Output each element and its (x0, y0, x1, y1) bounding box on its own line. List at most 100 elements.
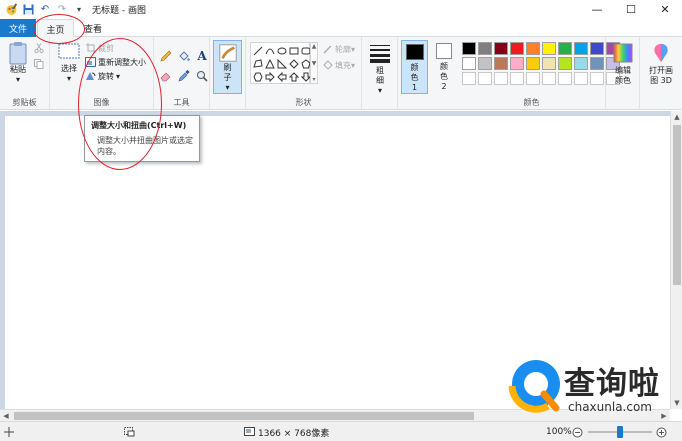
paint3d-icon (654, 44, 668, 62)
color-swatch[interactable] (494, 42, 508, 55)
color-swatch[interactable] (574, 42, 588, 55)
maximize-button[interactable]: ☐ (614, 0, 648, 19)
custom-color-slot[interactable] (510, 72, 524, 85)
color-palette[interactable] (462, 42, 620, 85)
shapes-gallery[interactable] (250, 42, 311, 84)
vertical-scroll-thumb[interactable] (673, 125, 681, 285)
color-swatch[interactable] (478, 57, 492, 70)
watermark-brand: 查询啦 (564, 366, 660, 402)
color-swatch[interactable] (510, 42, 524, 55)
fill-label: 填充 (335, 60, 351, 70)
resize-button[interactable]: 重新调整大小 (85, 56, 160, 68)
curve-shape-icon[interactable] (264, 44, 276, 57)
select-rectangle-icon (58, 43, 80, 59)
oval-shape-icon[interactable] (276, 44, 288, 57)
tab-view[interactable]: 查看 (76, 19, 110, 37)
scroll-up-icon[interactable]: ▲ (671, 111, 682, 123)
cut-icon[interactable] (34, 43, 44, 56)
color-swatch[interactable] (462, 57, 476, 70)
zoom-in-button[interactable] (656, 422, 667, 441)
eraser-icon[interactable] (158, 67, 174, 85)
custom-color-slot[interactable] (462, 72, 476, 85)
custom-color-slot[interactable] (558, 72, 572, 85)
color-swatch[interactable] (510, 57, 524, 70)
brushes-label: 刷子 (223, 63, 232, 82)
close-button[interactable]: ✕ (648, 0, 682, 19)
copy-icon[interactable] (34, 59, 44, 72)
paint-app-icon[interactable] (4, 3, 18, 17)
color-swatch[interactable] (574, 57, 588, 70)
brush-icon (218, 44, 237, 62)
undo-icon[interactable]: ↶ (38, 3, 52, 17)
custom-color-slot[interactable] (590, 72, 604, 85)
horizontal-scroll-thumb[interactable] (14, 412, 474, 420)
tab-home[interactable]: 主页 (37, 19, 74, 38)
magnifier-icon[interactable] (194, 67, 210, 85)
edit-colors-label: 编辑颜色 (615, 66, 631, 85)
fill-bucket-icon[interactable] (176, 47, 192, 65)
arrow-up-shape-icon[interactable] (288, 70, 300, 83)
line-shape-icon[interactable] (252, 44, 264, 57)
tab-file[interactable]: 文件 (0, 19, 36, 37)
rectangle-shape-icon[interactable] (288, 44, 300, 57)
text-tool-icon[interactable]: A (194, 47, 210, 65)
paste-button[interactable]: 粘贴 ▾ (5, 41, 31, 85)
size-button[interactable]: 粗细 ▾ (366, 43, 394, 96)
color-swatch[interactable] (590, 57, 604, 70)
edit-colors-button[interactable]: 编辑颜色 (609, 43, 637, 86)
customize-qat-icon[interactable]: ▾ (72, 3, 86, 17)
rotate-button[interactable]: 旋转 ▾ (85, 70, 120, 82)
status-bar: 1366 × 768像素 100% (0, 421, 682, 441)
color-swatch[interactable] (494, 57, 508, 70)
custom-color-slot[interactable] (526, 72, 540, 85)
custom-color-slot[interactable] (574, 72, 588, 85)
diamond-shape-icon[interactable] (288, 57, 300, 70)
watermark-domain: chaxunla.com (568, 400, 652, 414)
open-paint3d-button[interactable]: 打开画图 3D (644, 43, 678, 86)
color2-button[interactable]: 颜色 2 (432, 43, 456, 92)
color-swatch[interactable] (558, 57, 572, 70)
select-button[interactable]: 选择 ▾ (56, 43, 82, 84)
brushes-button[interactable]: 刷子 ▾ (213, 40, 242, 94)
image-group: 选择 ▾ 裁剪 重新调整大小 旋转 ▾ 图像 (50, 37, 154, 110)
color1-button[interactable]: 颜色 1 (401, 40, 428, 94)
color-swatch[interactable] (526, 57, 540, 70)
shapes-scrollbar[interactable]: ▲ ▼ ▾ (310, 42, 318, 84)
arrow-left-shape-icon[interactable] (276, 70, 288, 83)
hexagon-shape-icon[interactable] (252, 70, 264, 83)
color-picker-icon[interactable] (176, 67, 192, 85)
color-swatch[interactable] (478, 42, 492, 55)
outline-button[interactable]: 轮廓 ▾ (322, 43, 355, 55)
minimize-button[interactable]: — (580, 0, 614, 19)
color-swatch[interactable] (542, 57, 556, 70)
custom-color-slot[interactable] (478, 72, 492, 85)
crop-button[interactable]: 裁剪 (85, 42, 114, 54)
rotate-label: 旋转 (98, 71, 114, 81)
tools-group: A 工具 (154, 37, 210, 110)
custom-color-slot[interactable] (494, 72, 508, 85)
zoom-slider[interactable] (588, 422, 652, 441)
shapes-group: ▲ ▼ ▾ 轮廓 ▾ 填充 ▾ 形状 (246, 37, 362, 110)
color-swatch[interactable] (542, 42, 556, 55)
fill-button[interactable]: 填充 ▾ (322, 59, 355, 71)
right-triangle-shape-icon[interactable] (276, 57, 288, 70)
zoom-slider-thumb[interactable] (617, 426, 623, 438)
save-icon[interactable] (21, 3, 35, 17)
color-swatch[interactable] (526, 42, 540, 55)
color-swatch[interactable] (590, 42, 604, 55)
color-swatch[interactable] (462, 42, 476, 55)
pencil-icon[interactable] (158, 47, 174, 65)
color-swatch[interactable] (558, 42, 572, 55)
watermark-logo-icon (508, 360, 560, 413)
polygon-shape-icon[interactable] (252, 57, 264, 70)
ribbon: 粘贴 ▾ 剪贴板 选择 ▾ 裁剪 重新调整大小 旋转 ▾ 图像 A 工具 刷子 … (0, 37, 682, 110)
redo-icon[interactable]: ↷ (55, 3, 69, 17)
colors-group: 颜色 (458, 37, 620, 110)
chevron-down-icon: ▾ (66, 74, 71, 83)
title-bar: ↶ ↷ ▾ 无标题 - 画图 — ☐ ✕ (0, 0, 682, 19)
triangle-shape-icon[interactable] (264, 57, 276, 70)
arrow-right-shape-icon[interactable] (264, 70, 276, 83)
zoom-out-button[interactable] (572, 422, 583, 441)
chevron-down-icon: ▾ (116, 71, 121, 81)
custom-color-slot[interactable] (542, 72, 556, 85)
